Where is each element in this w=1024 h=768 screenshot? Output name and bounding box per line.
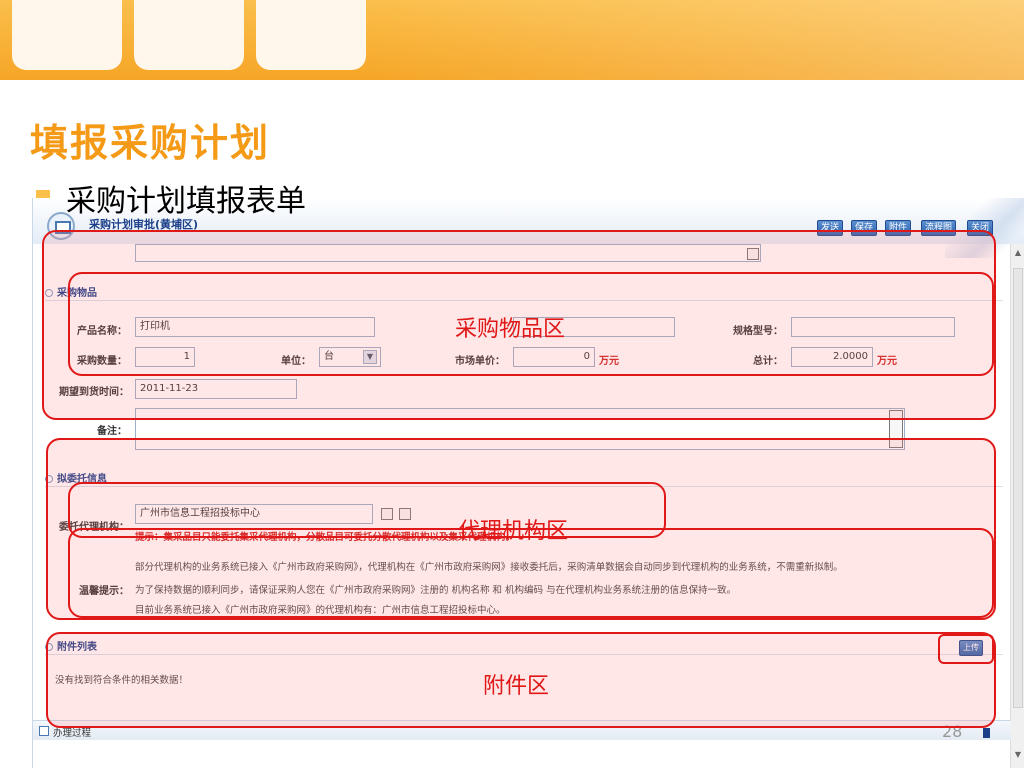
header-tab bbox=[134, 0, 244, 70]
header-tab bbox=[12, 0, 122, 70]
slide: 填报采购计划 采购计划填报表单 采购计划审批(黄埔区) 发送 保存 附件 流程图… bbox=[0, 0, 1024, 768]
remarks-label: 备注： bbox=[97, 426, 127, 437]
page-marker bbox=[983, 728, 990, 738]
bullet-text: 采购计划填报表单 bbox=[66, 184, 306, 219]
scrollbar[interactable]: ▲ ▼ bbox=[1010, 244, 1024, 768]
upload-button-box bbox=[938, 634, 994, 664]
scroll-down-icon[interactable]: ▼ bbox=[1013, 750, 1023, 760]
header-band bbox=[0, 0, 1024, 80]
slide-title: 填报采购计划 bbox=[30, 121, 271, 165]
attachment-area-label: 附件区 bbox=[483, 674, 550, 699]
header-shine bbox=[370, 0, 1024, 80]
header-tab bbox=[256, 0, 366, 70]
scroll-up-icon[interactable]: ▲ bbox=[1013, 248, 1023, 258]
agency-area-label: 代理机构区 bbox=[458, 519, 569, 544]
scroll-thumb[interactable] bbox=[1013, 268, 1023, 708]
process-icon bbox=[39, 726, 49, 736]
purchase-area-label: 采购物品区 bbox=[455, 317, 566, 342]
